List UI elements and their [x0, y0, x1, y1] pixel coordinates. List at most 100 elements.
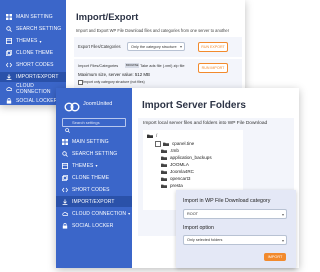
import-option-select[interactable]: Only selected folders ▾ — [183, 235, 287, 245]
back-menu-main-setting[interactable]: MAIN SETTING — [0, 12, 66, 22]
front-menu-label: CLONE THEME — [72, 174, 110, 181]
back-menu-label: SOCIAL LOCKER — [16, 98, 58, 104]
clone-icon — [6, 50, 12, 56]
tree-folder-label: JOOMLA — [170, 162, 189, 167]
front-menu-clone-theme[interactable]: CLONE THEME — [56, 172, 132, 183]
front-menu-label: CLOUD CONNECTION — [72, 210, 127, 217]
export-select-value: Only the category structure — [131, 44, 177, 49]
front-menu-label: THEMES — [72, 162, 94, 169]
import-only-checkbox-label: Import only category structure (not file… — [83, 80, 145, 84]
import-label: Import Files/Categories — [78, 63, 119, 68]
chevron-down-icon: ▾ — [128, 211, 131, 216]
front-sidebar: JoomUnited Search settings MAIN SETTING … — [56, 88, 132, 268]
back-menu-label: SEARCH SETTING — [16, 26, 62, 32]
tree-folder-label: presta — [170, 183, 183, 188]
max-size-text: Maximum size, server value: 512 MB — [78, 72, 150, 77]
cloud-icon — [62, 211, 68, 217]
themes-icon — [6, 38, 12, 44]
folder-icon — [161, 149, 167, 153]
search-icon — [6, 26, 12, 32]
tree-folder-4[interactable]: Joomla4RC — [161, 168, 194, 175]
tree-folder-3[interactable]: JOOMLA — [161, 161, 189, 168]
back-description: Import and Export WP File Download files… — [76, 28, 230, 33]
lock-icon — [62, 222, 68, 229]
export-label: Export Files/Categories — [78, 44, 121, 49]
search-icon — [65, 120, 70, 133]
folder-checkbox[interactable] — [155, 140, 161, 147]
joomunited-logo-icon — [64, 99, 80, 112]
back-menu-short-codes[interactable]: SHORT CODES — [0, 60, 66, 70]
front-menu-short-codes[interactable]: SHORT CODES — [56, 184, 132, 195]
back-menu-clone-theme[interactable]: CLONE THEME — [0, 48, 66, 58]
grid-icon — [6, 14, 12, 20]
back-menu-search-setting[interactable]: SEARCH SETTING — [0, 24, 66, 34]
import-button[interactable]: IMPORT — [264, 253, 286, 261]
back-menu-import-export[interactable]: IMPORT/EXPORT — [0, 72, 66, 82]
tree-folder-label: opencart3 — [170, 176, 191, 181]
front-menu-label: IMPORT/EXPORT — [72, 198, 115, 205]
clone-icon — [62, 174, 68, 181]
front-menu-social-locker[interactable]: SOCIAL LOCKER — [56, 220, 132, 231]
brand: JoomUnited — [64, 98, 113, 112]
tree-folder-5[interactable]: opencart3 — [161, 175, 190, 182]
folder-icon — [161, 163, 167, 167]
chevron-down-icon: ▾ — [281, 237, 284, 243]
search-icon — [62, 150, 68, 157]
front-description: Import local server files and folders in… — [143, 121, 268, 126]
settings-search-placeholder: Search settings — [72, 120, 100, 125]
chevron-down-icon: ▾ — [179, 44, 182, 49]
folder-icon — [161, 156, 167, 160]
import-category-title: Import in WP File Download category — [183, 198, 271, 204]
tree-folder-label: application_backups — [170, 155, 212, 160]
import-option-title: Import option — [183, 225, 214, 231]
tree-folder-label: .tmb — [170, 148, 179, 153]
folder-icon — [163, 142, 169, 146]
front-menu-label: SHORT CODES — [72, 186, 110, 193]
import-hint: Take ads file (.xml) zip file — [140, 63, 185, 68]
cloud-icon — [6, 86, 12, 92]
lock-icon — [6, 98, 12, 104]
tree-folder-label: cpanel.tine — [172, 141, 195, 146]
import-export-icon — [6, 74, 12, 80]
front-menu-import-export[interactable]: IMPORT/EXPORT — [56, 196, 132, 207]
front-menu-main-setting[interactable]: MAIN SETTING — [56, 136, 132, 147]
grid-icon — [62, 138, 68, 145]
tree-folder-2[interactable]: application_backups — [161, 154, 212, 161]
tree-folder-6[interactable]: presta — [161, 182, 183, 189]
code-icon — [62, 187, 68, 193]
back-menu-label: MAIN SETTING — [16, 14, 53, 20]
themes-icon — [62, 162, 68, 169]
import-panel-back: Import Files/Categories BROWSE Take ads … — [74, 59, 242, 90]
back-menu-label: SHORT CODES — [16, 62, 54, 68]
back-page-title: Import/Export — [76, 12, 139, 23]
back-menu-label: CLONE THEME — [16, 50, 54, 56]
import-category-select[interactable]: ROOT ▾ — [183, 209, 287, 219]
tree-root[interactable]: / — [147, 132, 157, 139]
tree-folder-1[interactable]: .tmb — [161, 147, 179, 154]
import-option-value: Only selected folders — [187, 238, 223, 242]
front-menu-cloud-connection[interactable]: CLOUD CONNECTION ▾ — [56, 208, 132, 219]
brand-name: JoomUnited — [83, 101, 113, 107]
chevron-down-icon: ▾ — [281, 211, 284, 217]
browse-badge[interactable]: BROWSE — [125, 63, 140, 68]
front-menu-themes[interactable]: THEMES ▾ — [56, 160, 132, 171]
import-export-icon — [62, 198, 68, 205]
back-menu-label: IMPORT/EXPORT — [16, 74, 59, 80]
export-select[interactable]: Only the category structure ▾ — [127, 42, 185, 51]
front-menu-label: SEARCH SETTING — [72, 150, 118, 157]
front-page-title: Import Server Folders — [142, 100, 246, 111]
front-menu-label: SOCIAL LOCKER — [72, 222, 114, 229]
folder-icon — [147, 134, 153, 138]
run-import-button[interactable]: RUN IMPORT — [198, 63, 228, 73]
chevron-down-icon: ▾ — [95, 163, 98, 168]
tree-folder-label: Joomla4RC — [170, 169, 194, 174]
run-export-button[interactable]: RUN EXPORT — [198, 42, 228, 52]
settings-search[interactable]: Search settings — [62, 118, 126, 133]
folder-icon — [161, 184, 167, 188]
front-menu-search-setting[interactable]: SEARCH SETTING — [56, 148, 132, 159]
chevron-down-icon: ▾ — [39, 38, 42, 44]
back-menu-label: THEMES — [16, 38, 38, 44]
tree-folder-0[interactable]: cpanel.tine — [155, 140, 194, 147]
back-menu-themes[interactable]: THEMES ▾ — [0, 36, 66, 46]
front-menu-label: MAIN SETTING — [72, 138, 109, 145]
